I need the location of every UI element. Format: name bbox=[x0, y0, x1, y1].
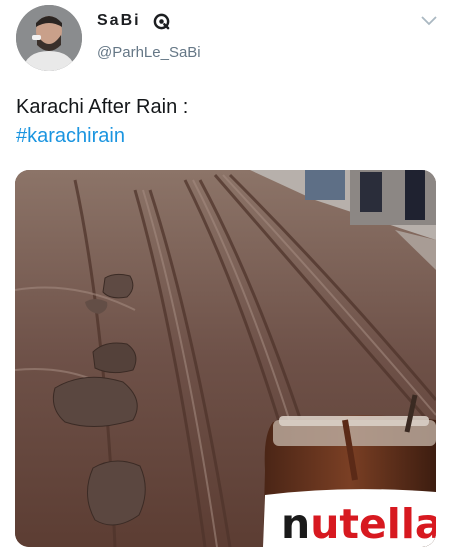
avatar[interactable] bbox=[16, 5, 82, 71]
hashtag-link[interactable]: #karachirain bbox=[16, 122, 188, 151]
nutella-jar: nutella bbox=[263, 394, 436, 547]
avatar-image bbox=[16, 5, 82, 71]
user-handle[interactable]: @ParhLe_SaBi bbox=[97, 44, 201, 61]
tweet-text: Karachi After Rain : #karachirain bbox=[16, 93, 188, 151]
chevron-down-icon[interactable] bbox=[420, 14, 438, 28]
jar-label-text: nutella bbox=[281, 500, 436, 547]
verified-badge-icon bbox=[153, 13, 170, 30]
tweet-card: SaBi @ParhLe_SaBi Karachi After Rain : #… bbox=[0, 0, 450, 551]
tweet-media-image[interactable]: nutella bbox=[15, 170, 436, 547]
tweet-text-line: Karachi After Rain : bbox=[16, 96, 189, 118]
mud-road-photo: nutella bbox=[15, 170, 436, 547]
display-name[interactable]: SaBi bbox=[97, 12, 141, 30]
